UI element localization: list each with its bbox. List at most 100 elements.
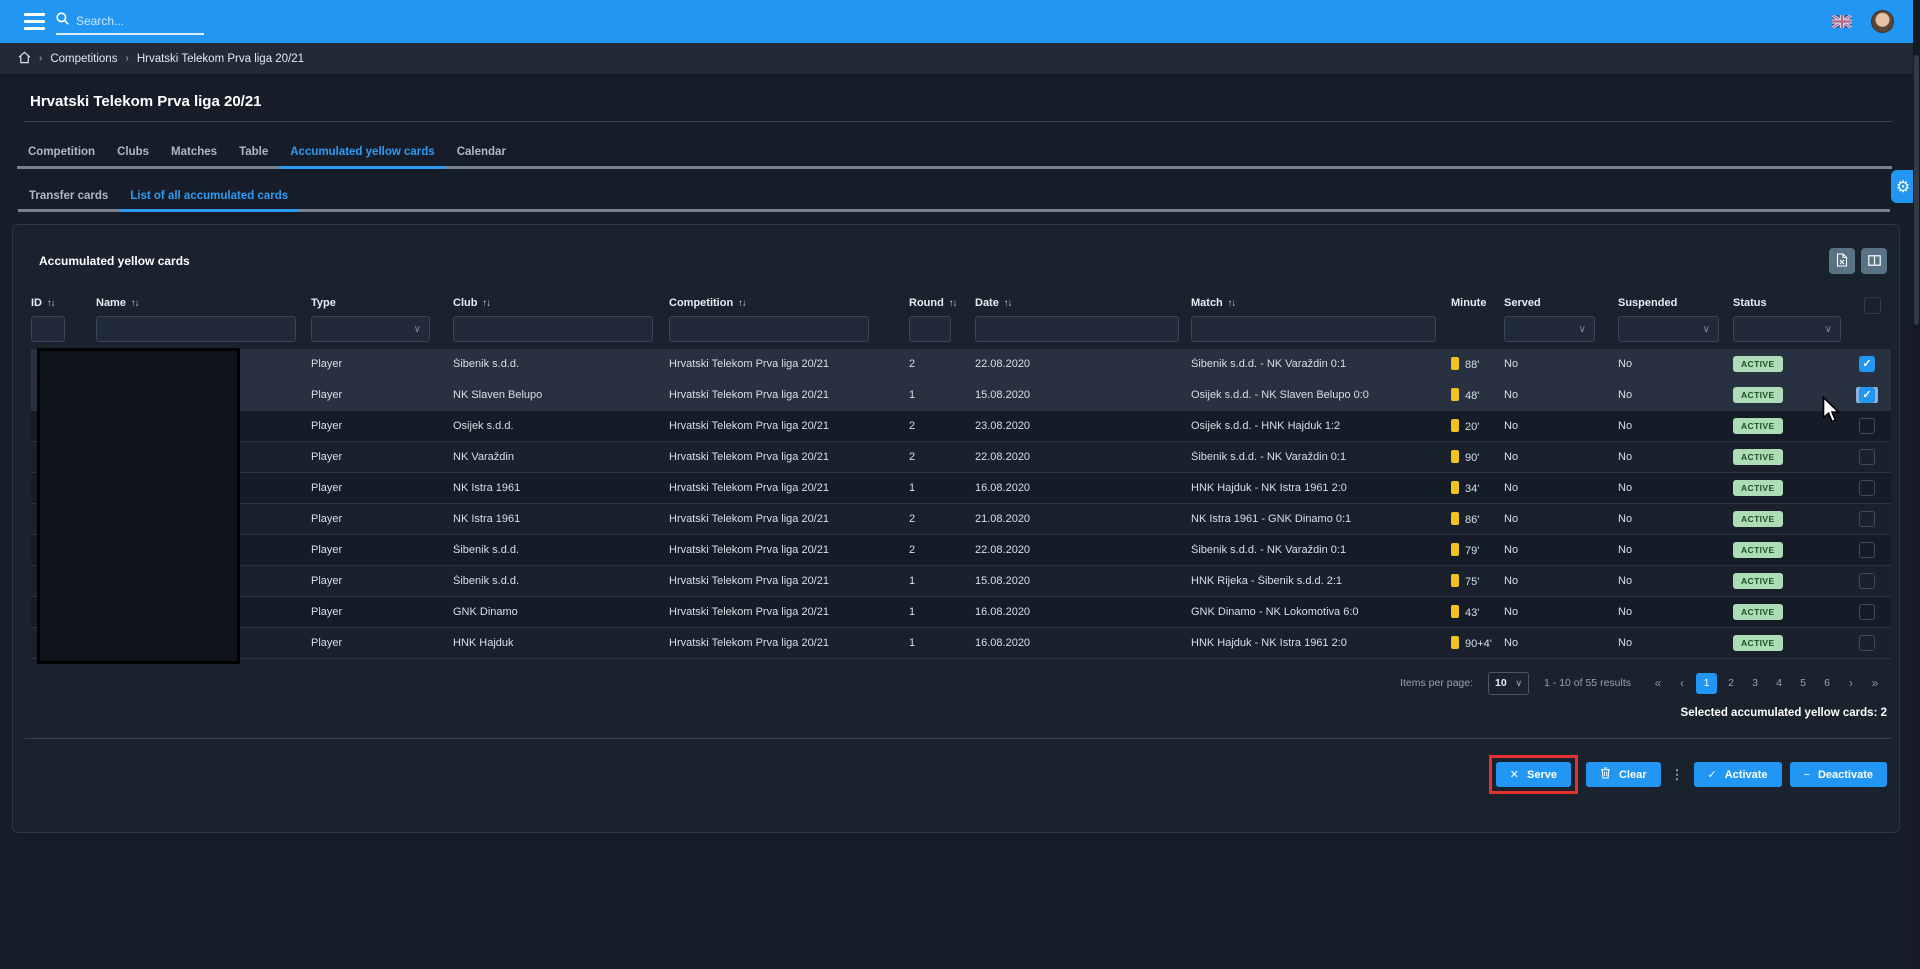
select-all-checkbox[interactable] bbox=[1864, 297, 1881, 314]
filter-input-date[interactable] bbox=[975, 316, 1179, 342]
table-row: PlayerŠibenik s.d.d.Hrvatski Telekom Prv… bbox=[31, 566, 1891, 597]
filter-input-name[interactable] bbox=[96, 316, 296, 342]
page-number-1[interactable]: 1 bbox=[1696, 673, 1717, 694]
cell-competition: Hrvatski Telekom Prva liga 20/21 bbox=[669, 389, 909, 401]
cell-served: No bbox=[1504, 575, 1618, 587]
serve-button[interactable]: ✕ Serve bbox=[1496, 762, 1571, 787]
yellow-card-icon bbox=[1451, 481, 1459, 494]
row-checkbox[interactable] bbox=[1859, 418, 1875, 434]
activate-button[interactable]: ✓ Activate bbox=[1694, 762, 1782, 787]
sort-icon-id[interactable]: ↑↓ bbox=[47, 298, 55, 309]
last-page-button[interactable]: » bbox=[1863, 673, 1887, 694]
tab-table[interactable]: Table bbox=[228, 138, 279, 169]
row-checkbox[interactable] bbox=[1859, 635, 1875, 651]
column-header-name[interactable]: Name↑↓ bbox=[96, 297, 311, 309]
filter-select-status[interactable]: ∨ bbox=[1733, 316, 1841, 342]
filter-select-suspended[interactable]: ∨ bbox=[1618, 316, 1719, 342]
settings-gear-button[interactable]: ⚙ bbox=[1891, 170, 1915, 203]
sort-icon-round[interactable]: ↑↓ bbox=[949, 298, 957, 309]
filter-select-type[interactable]: ∨ bbox=[311, 316, 430, 342]
search-icon bbox=[56, 12, 69, 30]
column-header-match[interactable]: Match↑↓ bbox=[1191, 297, 1451, 309]
sort-icon-club[interactable]: ↑↓ bbox=[482, 298, 490, 309]
home-icon[interactable] bbox=[18, 51, 31, 67]
breadcrumb-competitions[interactable]: Competitions bbox=[50, 53, 117, 65]
filter-input-club[interactable] bbox=[453, 316, 653, 342]
cell-match: NK Istra 1961 - GNK Dinamo 0:1 bbox=[1191, 513, 1451, 525]
row-checkbox[interactable] bbox=[1859, 573, 1875, 589]
page-number-5[interactable]: 5 bbox=[1791, 673, 1815, 694]
row-checkbox[interactable] bbox=[1859, 511, 1875, 527]
column-header-club[interactable]: Club↑↓ bbox=[453, 297, 669, 309]
row-checkbox[interactable] bbox=[1859, 480, 1875, 496]
row-checkbox[interactable] bbox=[1859, 604, 1875, 620]
filter-input-match[interactable] bbox=[1191, 316, 1436, 342]
cell-date: 16.08.2020 bbox=[975, 606, 1191, 618]
tab-accumulated-yellow-cards[interactable]: Accumulated yellow cards bbox=[279, 138, 445, 169]
sort-icon-competition[interactable]: ↑↓ bbox=[738, 298, 746, 309]
more-actions-dots-icon[interactable]: ⋮ bbox=[1669, 767, 1686, 783]
cell-competition: Hrvatski Telekom Prva liga 20/21 bbox=[669, 575, 909, 587]
sort-icon-name[interactable]: ↑↓ bbox=[131, 298, 139, 309]
next-page-button[interactable]: › bbox=[1839, 673, 1863, 694]
sub-tabs: Transfer cardsList of all accumulated ca… bbox=[18, 183, 1890, 212]
page-number-4[interactable]: 4 bbox=[1767, 673, 1791, 694]
column-label-id: ID bbox=[31, 297, 42, 309]
deactivate-button[interactable]: − Deactivate bbox=[1790, 762, 1887, 787]
page-number-6[interactable]: 6 bbox=[1815, 673, 1839, 694]
cell-minute: 86' bbox=[1451, 512, 1504, 526]
clear-button[interactable]: Clear bbox=[1586, 762, 1661, 787]
tab-matches[interactable]: Matches bbox=[160, 138, 228, 169]
column-header-type: Type bbox=[311, 297, 453, 309]
tab-calendar[interactable]: Calendar bbox=[446, 138, 517, 169]
column-header-competition[interactable]: Competition↑↓ bbox=[669, 297, 909, 309]
subtab-list-of-all-accumulated-cards[interactable]: List of all accumulated cards bbox=[119, 183, 299, 212]
cell-club: NK Istra 1961 bbox=[453, 513, 669, 525]
cell-date: 15.08.2020 bbox=[975, 389, 1191, 401]
column-header-date[interactable]: Date↑↓ bbox=[975, 297, 1191, 309]
cell-date: 22.08.2020 bbox=[975, 451, 1191, 463]
items-per-page-select[interactable]: 10 ∨ bbox=[1488, 672, 1529, 695]
cell-competition: Hrvatski Telekom Prva liga 20/21 bbox=[669, 637, 909, 649]
cell-match: Osijek s.d.d. - NK Slaven Belupo 0:0 bbox=[1191, 389, 1451, 401]
language-flag-icon[interactable] bbox=[1832, 15, 1852, 28]
tab-clubs[interactable]: Clubs bbox=[106, 138, 160, 169]
filter-input-competition[interactable] bbox=[669, 316, 869, 342]
cell-suspended: No bbox=[1618, 389, 1733, 401]
cell-suspended: No bbox=[1618, 544, 1733, 556]
row-checkbox[interactable] bbox=[1859, 449, 1875, 465]
tab-competition[interactable]: Competition bbox=[17, 138, 106, 169]
page-number-3[interactable]: 3 bbox=[1743, 673, 1767, 694]
first-page-button[interactable]: « bbox=[1646, 673, 1670, 694]
page-number-2[interactable]: 2 bbox=[1719, 673, 1743, 694]
row-checkbox[interactable]: ✓ bbox=[1859, 387, 1875, 403]
cell-served: No bbox=[1504, 451, 1618, 463]
cell-type: Player bbox=[311, 451, 453, 463]
row-checkbox[interactable]: ✓ bbox=[1859, 356, 1875, 372]
page-scrollbar[interactable] bbox=[1913, 0, 1920, 969]
export-file-button[interactable] bbox=[1829, 248, 1855, 274]
filter-input-round[interactable] bbox=[909, 316, 951, 342]
status-badge: ACTIVE bbox=[1733, 480, 1783, 496]
cell-type: Player bbox=[311, 513, 453, 525]
prev-page-button[interactable]: ‹ bbox=[1670, 673, 1694, 694]
x-icon: ✕ bbox=[1510, 768, 1519, 781]
sort-icon-match[interactable]: ↑↓ bbox=[1228, 298, 1236, 309]
scrollbar-thumb[interactable] bbox=[1914, 55, 1919, 325]
subtab-transfer-cards[interactable]: Transfer cards bbox=[18, 183, 119, 212]
columns-icon bbox=[1868, 254, 1881, 269]
column-settings-button[interactable] bbox=[1861, 248, 1887, 274]
column-header-round[interactable]: Round↑↓ bbox=[909, 297, 975, 309]
yellow-card-icon bbox=[1451, 388, 1459, 401]
hamburger-menu-icon[interactable] bbox=[24, 13, 45, 30]
search-input[interactable] bbox=[76, 14, 231, 28]
row-checkbox[interactable] bbox=[1859, 542, 1875, 558]
filter-input-id[interactable] bbox=[31, 316, 65, 342]
user-avatar[interactable] bbox=[1871, 10, 1894, 33]
filter-select-served[interactable]: ∨ bbox=[1504, 316, 1595, 342]
column-header-id[interactable]: ID ↑↓ bbox=[31, 297, 96, 309]
cell-suspended: No bbox=[1618, 420, 1733, 432]
cell-status: ACTIVE bbox=[1733, 542, 1853, 558]
cell-minute: 20' bbox=[1451, 419, 1504, 433]
sort-icon-date[interactable]: ↑↓ bbox=[1004, 298, 1012, 309]
